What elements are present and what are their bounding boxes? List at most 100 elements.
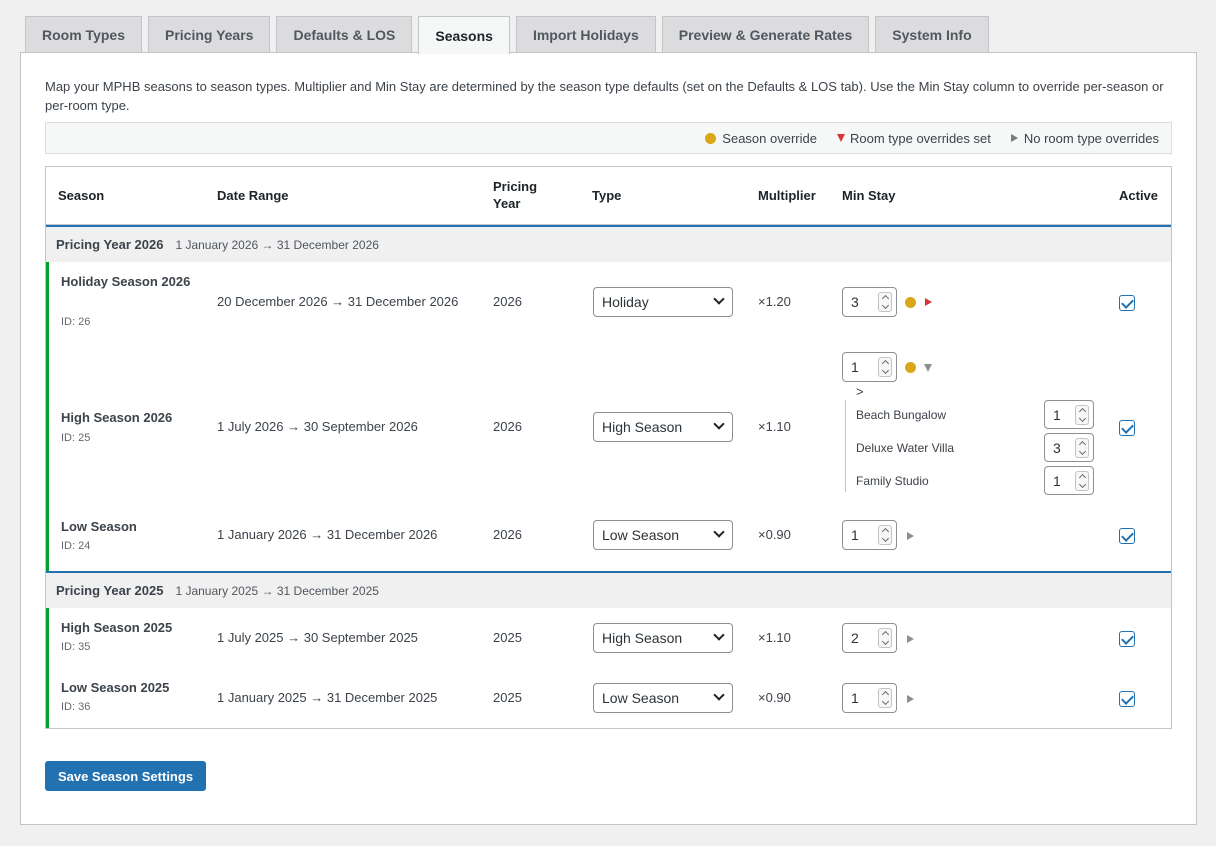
spinner-icon[interactable]: [878, 357, 892, 377]
room-overrides-toggle-icon[interactable]: [925, 298, 932, 306]
date-range: 20 December 2026 → 31 December 2026: [217, 294, 459, 309]
tab-room-types[interactable]: Room Types: [25, 16, 142, 53]
active-indicator-bar: [46, 262, 49, 342]
min-stay-input[interactable]: 1: [842, 520, 897, 550]
room-type-min-stay-value: 3: [1053, 439, 1061, 456]
room-overrides-toggle-icon[interactable]: [907, 532, 914, 540]
col-type: Type: [592, 188, 622, 203]
tab-defaults-los[interactable]: Defaults & LOS: [276, 16, 413, 53]
min-stay-input[interactable]: 2: [842, 623, 897, 653]
season-type-value: Low Season: [602, 527, 680, 543]
chevron-down-icon: [713, 293, 725, 305]
group-title: Pricing Year 2025: [56, 583, 164, 598]
pricing-year: 2026: [493, 419, 522, 434]
table-header: Season Date Range Pricing Year Type Mult…: [46, 167, 1171, 225]
min-stay-input[interactable]: 1: [842, 352, 897, 382]
season-type-select[interactable]: Holiday: [593, 287, 733, 317]
room-overrides-toggle-icon[interactable]: [924, 364, 932, 372]
multiplier: ×0.90: [758, 690, 791, 705]
season-override-dot-icon: [905, 362, 916, 373]
table-row: Low Season 2025 ID: 36 1 January 2025 → …: [46, 668, 1171, 728]
legend-season-override: Season override: [705, 131, 817, 146]
multiplier: ×1.10: [758, 419, 791, 434]
multiplier: ×1.20: [758, 294, 791, 309]
active-checkbox[interactable]: [1119, 691, 1135, 707]
spinner-icon[interactable]: [878, 628, 892, 648]
season-id: ID: 36: [61, 701, 91, 713]
col-multiplier: Multiplier: [758, 188, 816, 203]
room-type-min-stay-input[interactable]: 1: [1044, 400, 1094, 429]
tab-pricing-years[interactable]: Pricing Years: [147, 16, 271, 53]
season-name: Low Season: [61, 519, 137, 534]
tab-system-info[interactable]: System Info: [875, 16, 989, 53]
table-row: High Season 2026 ID: 25 1 July 2026 → 30…: [46, 342, 1171, 495]
room-type-name: Family Studio: [856, 474, 929, 488]
tab-preview-generate-rates[interactable]: Preview & Generate Rates: [661, 16, 870, 53]
min-stay-value: 1: [851, 690, 859, 706]
legend-no-room-type-overrides-label: No room type overrides: [1023, 130, 1159, 146]
legend-room-type-overrides-label: Room type overrides set: [849, 130, 991, 146]
room-type-min-stay-value: 1: [1053, 406, 1061, 423]
spinner-icon[interactable]: [878, 292, 892, 312]
spinner-icon[interactable]: [878, 688, 892, 708]
active-checkbox[interactable]: [1119, 631, 1135, 647]
legend-season-override-label: Season override: [722, 130, 817, 146]
room-overrides-toggle-icon[interactable]: [907, 635, 914, 643]
multiplier: ×0.90: [758, 527, 791, 542]
room-type-name: Beach Bungalow: [856, 408, 947, 422]
tab-import-holidays[interactable]: Import Holidays: [515, 16, 656, 53]
spinner-icon[interactable]: [878, 525, 892, 545]
date-range: 1 July 2025 → 30 September 2025: [217, 630, 418, 645]
min-stay-input[interactable]: 1: [842, 683, 897, 713]
spinner-icon[interactable]: [1075, 438, 1089, 458]
col-active: Active: [1119, 188, 1159, 203]
min-stay-value: 2: [851, 630, 859, 646]
spinner-icon[interactable]: [1075, 405, 1089, 425]
season-type-value: Holiday: [602, 294, 649, 310]
date-range: 1 January 2025 → 31 December 2025: [217, 690, 438, 705]
tab-seasons[interactable]: Seasons: [418, 16, 510, 54]
group-range: 1 January 2025 → 31 December 2025: [175, 583, 379, 598]
group-row: Pricing Year 2025 1 January 2025 → 31 De…: [46, 571, 1171, 608]
pricing-year: 2025: [493, 690, 522, 705]
chevron-down-icon: [713, 689, 725, 701]
date-range: 1 January 2026 → 31 December 2026: [217, 527, 438, 542]
active-checkbox[interactable]: [1119, 528, 1135, 544]
season-type-select[interactable]: High Season: [593, 623, 733, 653]
pricing-year: 2026: [493, 527, 522, 542]
group-title: Pricing Year 2026: [56, 237, 164, 252]
active-indicator-bar: [46, 342, 49, 495]
intro-text: Map your MPHB seasons to season types. M…: [45, 79, 1164, 113]
table-row: Holiday Season 2026 ID: 26 20 December 2…: [46, 262, 1171, 342]
room-type-min-stay-input[interactable]: 1: [1044, 466, 1094, 495]
season-type-select[interactable]: Low Season: [593, 683, 733, 713]
legend-room-type-overrides: Room type overrides set: [836, 130, 991, 146]
col-min-stay: Min Stay: [842, 188, 896, 203]
pricing-year: 2025: [493, 630, 522, 645]
season-name: High Season 2025: [61, 620, 173, 635]
season-type-value: Low Season: [602, 690, 680, 706]
season-id: ID: 26: [61, 316, 91, 328]
room-overrides-toggle-icon[interactable]: [907, 695, 914, 703]
active-checkbox[interactable]: [1119, 295, 1135, 311]
chevron-down-icon: [713, 526, 725, 538]
group-row: Pricing Year 2026 1 January 2026 → 31 De…: [46, 225, 1171, 262]
legend-bar: Season override Room type overrides set …: [45, 122, 1172, 154]
tab-bar: Room Types Pricing Years Defaults & LOS …: [25, 16, 995, 54]
active-checkbox[interactable]: [1119, 420, 1135, 436]
season-type-select[interactable]: High Season: [593, 412, 733, 442]
season-override-dot-icon: [705, 132, 717, 144]
room-overrides-divider: [845, 400, 846, 492]
spinner-icon[interactable]: [1075, 471, 1089, 491]
save-season-settings-button[interactable]: Save Season Settings: [45, 761, 206, 791]
min-stay-input[interactable]: 3: [842, 287, 897, 317]
triangle-down-red-icon: [836, 134, 845, 142]
season-type-select[interactable]: Low Season: [593, 520, 733, 550]
season-type-value: High Season: [602, 419, 683, 435]
room-type-min-stay-input[interactable]: 3: [1044, 433, 1094, 462]
min-stay-value: 1: [851, 527, 859, 543]
active-indicator-bar: [46, 668, 49, 728]
room-overrides-toggle[interactable]: >: [856, 384, 864, 399]
season-id: ID: 25: [61, 432, 91, 444]
room-type-min-stay-value: 1: [1053, 472, 1061, 489]
